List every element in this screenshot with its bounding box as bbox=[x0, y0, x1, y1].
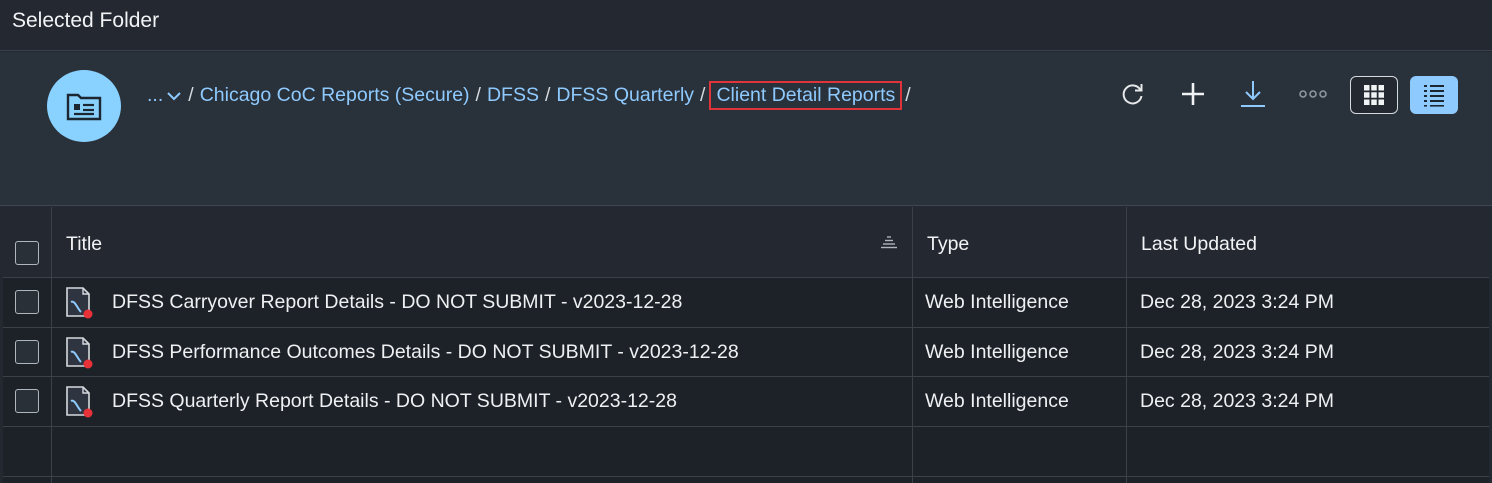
row-type: Web Intelligence bbox=[925, 291, 1069, 313]
column-divider bbox=[51, 207, 52, 483]
column-header-type[interactable]: Type bbox=[927, 233, 969, 256]
row-type: Web Intelligence bbox=[925, 341, 1069, 363]
folder-card-icon bbox=[66, 93, 102, 121]
row-title[interactable]: DFSS Quarterly Report Details - DO NOT S… bbox=[112, 390, 677, 413]
more-button[interactable] bbox=[1293, 74, 1333, 114]
refresh-icon bbox=[1122, 84, 1143, 105]
grid-view-button[interactable] bbox=[1350, 76, 1398, 114]
empty-row bbox=[3, 427, 1489, 477]
breadcrumb-item-chicago-coc-reports[interactable]: Chicago CoC Reports (Secure) bbox=[200, 84, 470, 107]
download-icon bbox=[1241, 81, 1265, 107]
column-header-title[interactable]: Title bbox=[66, 233, 102, 256]
folder-header: ... / Chicago CoC Reports (Secure) / DFS… bbox=[0, 52, 1492, 206]
breadcrumb-separator: / bbox=[188, 84, 194, 106]
breadcrumb-ellipsis: ... bbox=[147, 84, 164, 106]
more-icon bbox=[1299, 90, 1327, 98]
list-view-button[interactable] bbox=[1410, 76, 1458, 114]
breadcrumb-item-dfss-quarterly[interactable]: DFSS Quarterly bbox=[556, 84, 694, 107]
row-last-updated: Dec 28, 2023 3:24 PM bbox=[1140, 390, 1335, 412]
row-checkbox[interactable] bbox=[15, 389, 39, 413]
row-title[interactable]: DFSS Carryover Report Details - DO NOT S… bbox=[112, 291, 682, 314]
web-intelligence-document-icon bbox=[66, 287, 93, 319]
breadcrumb-item-dfss[interactable]: DFSS bbox=[487, 84, 539, 107]
row-type: Web Intelligence bbox=[925, 390, 1069, 412]
row-checkbox[interactable] bbox=[15, 340, 39, 364]
breadcrumb-separator: / bbox=[905, 84, 911, 106]
breadcrumb-overflow-menu[interactable]: ... bbox=[147, 84, 182, 107]
web-intelligence-document-icon bbox=[66, 337, 93, 369]
breadcrumb-separator: / bbox=[544, 84, 551, 106]
breadcrumb: ... / Chicago CoC Reports (Secure) / DFS… bbox=[147, 81, 917, 110]
content-table: Title Type Last Updated DFSS Carryover R… bbox=[3, 207, 1489, 483]
chevron-down-icon bbox=[167, 91, 181, 100]
row-title[interactable]: DFSS Performance Outcomes Details - DO N… bbox=[112, 341, 739, 364]
table-header: Title Type Last Updated bbox=[3, 207, 1489, 278]
refresh-button[interactable] bbox=[1113, 74, 1153, 114]
column-divider[interactable] bbox=[912, 207, 913, 483]
table-row[interactable]: DFSS Performance Outcomes Details - DO N… bbox=[3, 328, 1489, 377]
top-bar: Selected Folder bbox=[0, 0, 1492, 51]
add-button[interactable] bbox=[1173, 74, 1213, 114]
grid-view-icon bbox=[1364, 85, 1384, 105]
row-checkbox[interactable] bbox=[15, 290, 39, 314]
row-last-updated: Dec 28, 2023 3:24 PM bbox=[1140, 341, 1335, 363]
list-view-icon bbox=[1424, 85, 1444, 107]
column-divider[interactable] bbox=[1126, 207, 1127, 483]
plus-icon bbox=[1182, 83, 1204, 105]
table-row[interactable]: DFSS Carryover Report Details - DO NOT S… bbox=[3, 278, 1489, 328]
breadcrumb-separator: / bbox=[475, 84, 481, 106]
table-row[interactable]: DFSS Quarterly Report Details - DO NOT S… bbox=[3, 377, 1489, 427]
web-intelligence-document-icon bbox=[66, 386, 93, 418]
breadcrumb-item-client-detail-reports[interactable]: Client Detail Reports bbox=[709, 81, 903, 110]
folder-avatar bbox=[47, 70, 121, 142]
select-all-checkbox[interactable] bbox=[15, 241, 39, 265]
sort-icon[interactable] bbox=[880, 235, 898, 249]
page-title: Selected Folder bbox=[12, 9, 160, 32]
download-button[interactable] bbox=[1233, 74, 1273, 114]
row-last-updated: Dec 28, 2023 3:24 PM bbox=[1140, 291, 1335, 313]
column-header-last-updated[interactable]: Last Updated bbox=[1141, 233, 1257, 256]
